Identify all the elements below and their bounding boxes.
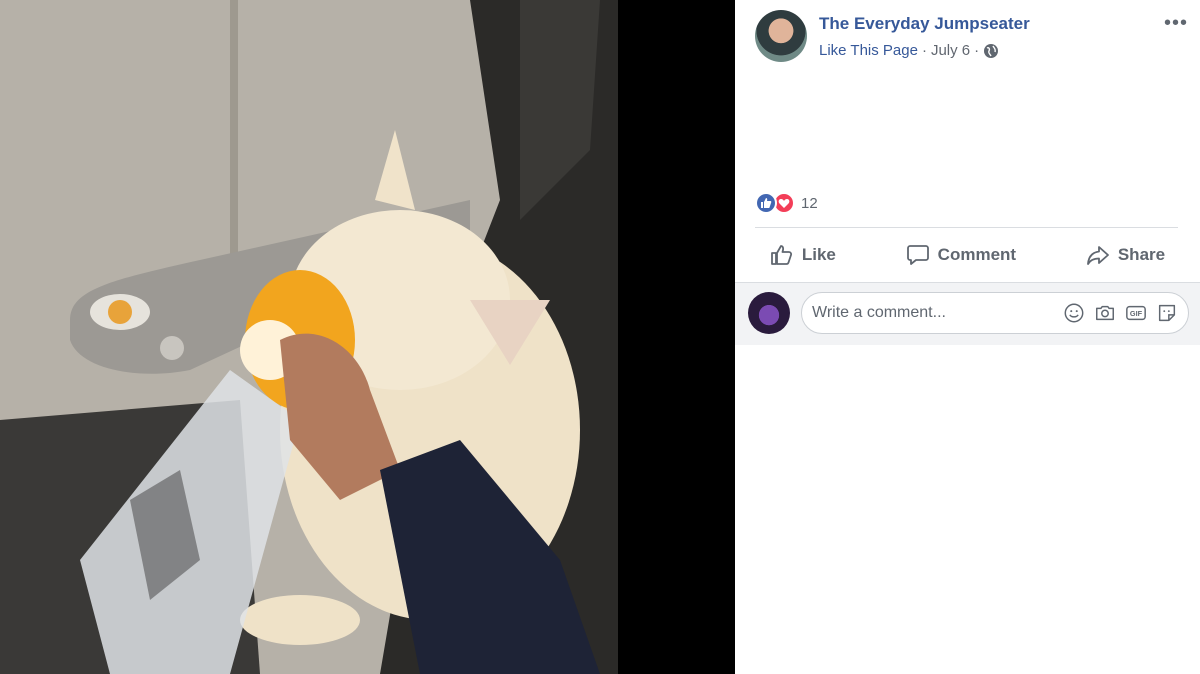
- post-actions-bar: Like Comment Share: [735, 232, 1200, 278]
- like-page-link[interactable]: Like This Page: [819, 42, 918, 59]
- like-button[interactable]: Like: [770, 243, 836, 267]
- post-sidebar: The Everyday Jumpseater Like This Page ·…: [735, 0, 1200, 674]
- post-meta: Like This Page · July 6 ·: [819, 42, 999, 59]
- reaction-count: 12: [801, 194, 818, 212]
- post-photo[interactable]: [0, 0, 618, 674]
- svg-text:GIF: GIF: [1130, 309, 1143, 318]
- reactions-summary[interactable]: 12: [755, 192, 818, 214]
- share-button[interactable]: Share: [1086, 243, 1165, 267]
- globe-icon: [984, 43, 999, 58]
- comment-composer: GIF: [735, 282, 1200, 345]
- post-date[interactable]: July 6: [931, 42, 970, 59]
- comment-bubble-icon: [906, 245, 929, 265]
- sticker-icon[interactable]: [1156, 302, 1178, 324]
- photo-viewer: [0, 0, 735, 674]
- emoji-icon[interactable]: [1063, 302, 1085, 324]
- more-options-icon[interactable]: •••: [1164, 12, 1188, 35]
- like-button-label: Like: [801, 245, 836, 264]
- meta-separator: ·: [921, 42, 927, 59]
- share-button-label: Share: [1117, 245, 1166, 264]
- comment-tools: GIF: [1063, 302, 1178, 324]
- comment-button-label: Comment: [937, 245, 1017, 264]
- thumbs-up-icon: [770, 245, 792, 265]
- user-avatar[interactable]: [748, 292, 790, 334]
- page-name-link[interactable]: The Everyday Jumpseater: [819, 14, 1030, 34]
- camera-icon[interactable]: [1094, 302, 1116, 324]
- comment-button[interactable]: Comment: [906, 243, 1016, 267]
- comment-box[interactable]: GIF: [801, 292, 1189, 334]
- meta-separator-2: ·: [974, 42, 980, 59]
- like-reaction-icon: [755, 192, 777, 214]
- divider: [755, 227, 1178, 228]
- dog-oxygen-mask-image: [0, 0, 618, 674]
- page-avatar[interactable]: [755, 10, 807, 62]
- share-arrow-icon: [1086, 246, 1109, 265]
- comment-input[interactable]: [802, 293, 1072, 333]
- gif-icon[interactable]: GIF: [1125, 302, 1147, 324]
